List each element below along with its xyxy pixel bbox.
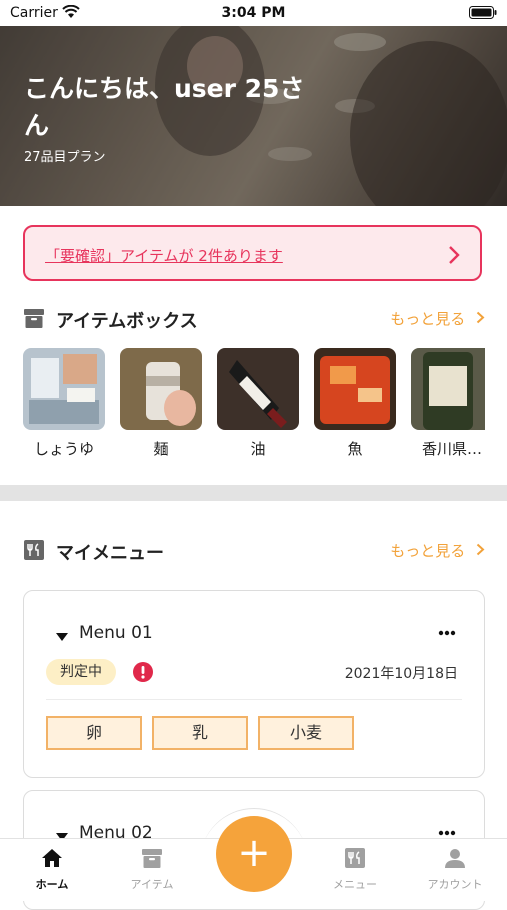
menu-icon: [23, 539, 45, 565]
more-link-label[interactable]: もっと見る: [390, 542, 465, 560]
allergen-tag: 乳: [152, 716, 248, 750]
warning-icon: [132, 661, 154, 687]
card-divider: [46, 699, 462, 700]
my-menu-title: マイメニュー: [56, 543, 164, 564]
plan-label: 27品目プラン: [24, 150, 106, 165]
tab-account[interactable]: アカウント: [415, 847, 495, 892]
item-card[interactable]: 香川県…: [411, 348, 485, 458]
tab-label: アイテム: [130, 878, 174, 891]
alert-text[interactable]: 「要確認」アイテムが 2件あります: [45, 245, 283, 266]
tab-label: ホーム: [35, 878, 69, 891]
box-icon: [142, 849, 162, 868]
item-box-header: アイテムボックス もっと見る: [23, 305, 485, 333]
item-box-list: しょうゆ 麺 油 魚 香川県…: [23, 348, 485, 458]
chevron-right-icon: [476, 311, 485, 324]
item-card[interactable]: しょうゆ: [23, 348, 105, 458]
my-menu-more-link[interactable]: もっと見る: [390, 540, 485, 561]
plus-icon: +: [237, 830, 271, 876]
item-box-more-link[interactable]: もっと見る: [390, 308, 485, 329]
tab-items[interactable]: アイテム: [112, 847, 192, 892]
section-divider: [0, 485, 507, 501]
item-thumbnail[interactable]: [217, 348, 299, 430]
item-box-title: アイテムボックス: [56, 311, 198, 332]
more-options-icon[interactable]: [438, 621, 456, 640]
menu-card[interactable]: Menu 01 判定中 2021年10月18日 卵 乳 小麦: [23, 590, 485, 778]
item-card[interactable]: 油: [217, 348, 299, 458]
tab-label: アカウント: [427, 878, 483, 891]
allergen-tag: 小麦: [258, 716, 354, 750]
item-label: 油: [250, 440, 266, 458]
item-thumbnail[interactable]: [314, 348, 396, 430]
chevron-right-icon: [448, 245, 460, 269]
menu-name: Menu 01: [79, 623, 153, 643]
my-menu-header: マイメニュー もっと見る: [23, 537, 485, 565]
person-icon: [445, 849, 465, 868]
confirm-alert-banner[interactable]: 「要確認」アイテムが 2件あります: [23, 225, 482, 281]
clock-time: 3:04 PM: [221, 5, 286, 21]
status-bar: Carrier 3:04 PM: [0, 0, 507, 26]
box-icon: [23, 307, 45, 333]
item-thumbnail[interactable]: [120, 348, 202, 430]
home-icon: [42, 849, 62, 867]
tab-label: メニュー: [333, 878, 377, 891]
tab-home[interactable]: ホーム: [12, 847, 92, 892]
triangle-down-icon[interactable]: [56, 627, 68, 646]
menu-icon: [345, 848, 365, 868]
status-badge: 判定中: [46, 659, 116, 685]
add-button[interactable]: +: [216, 816, 292, 892]
allergen-tag: 卵: [46, 716, 142, 750]
greeting-title: こんにちは、user 25さん: [24, 74, 305, 140]
battery-icon: [469, 6, 497, 23]
item-thumbnail[interactable]: [23, 348, 105, 430]
item-label: しょうゆ: [33, 440, 94, 458]
chevron-right-icon: [476, 543, 485, 556]
item-label: 魚: [347, 440, 363, 458]
more-link-label[interactable]: もっと見る: [390, 310, 465, 328]
item-card[interactable]: 魚: [314, 348, 396, 458]
menu-date: 2021年10月18日: [344, 666, 458, 682]
item-card[interactable]: 麺: [120, 348, 202, 458]
hero-banner: こんにちは、user 25さん 27品目プラン: [0, 26, 507, 206]
item-label: 麺: [153, 440, 169, 458]
tab-menu[interactable]: メニュー: [315, 847, 395, 892]
item-label: 香川県…: [421, 440, 482, 458]
item-thumbnail[interactable]: [411, 348, 485, 430]
